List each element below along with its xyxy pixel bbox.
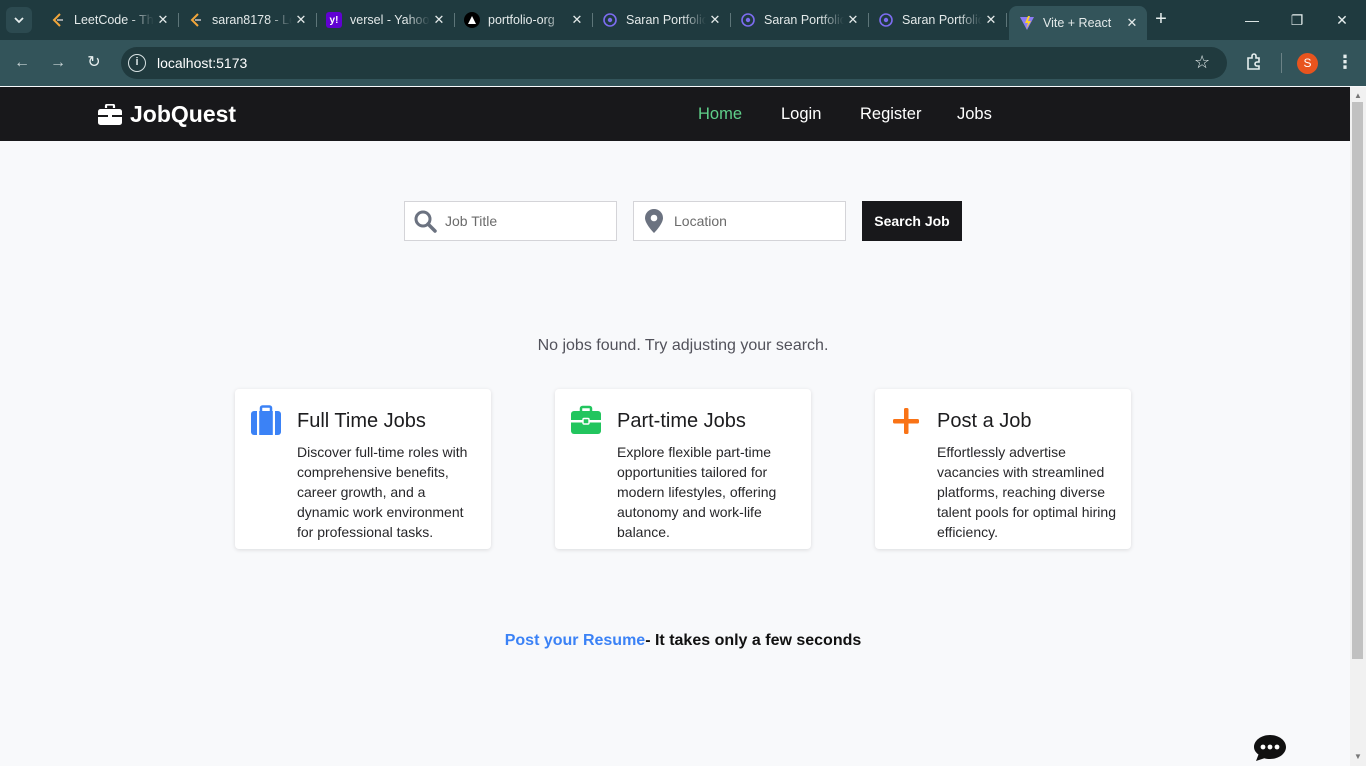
plus-icon xyxy=(893,408,919,434)
brand-name: JobQuest xyxy=(130,101,237,127)
nav-register[interactable]: Register xyxy=(860,105,921,124)
job-title-search[interactable] xyxy=(404,201,617,241)
site-info-icon[interactable]: i xyxy=(128,54,146,72)
card-part-time-jobs[interactable]: Part-time Jobs Explore flexible part-tim… xyxy=(555,389,811,549)
url-text[interactable]: localhost:5173 xyxy=(157,55,247,71)
browser-tab[interactable]: LeetCode - The ✕ xyxy=(40,6,179,34)
card-description: Explore flexible part-time opportunities… xyxy=(617,444,777,540)
vite-icon xyxy=(1019,15,1035,31)
location-input[interactable] xyxy=(674,213,834,229)
back-icon[interactable]: ← xyxy=(11,52,33,74)
browser-tab[interactable]: portfolio-org ✕ xyxy=(454,6,593,34)
browser-tab-strip: LeetCode - The ✕ saran8178 - LeetCode ✕ … xyxy=(0,0,1366,40)
job-title-input[interactable] xyxy=(445,213,605,229)
yahoo-icon: y! xyxy=(326,12,342,28)
briefcase-icon xyxy=(98,103,122,125)
card-title: Part-time Jobs xyxy=(617,410,746,432)
browser-tab[interactable]: y! versel - Yahoo ✕ xyxy=(316,6,455,34)
tab-title: Saran Portfolio xyxy=(902,13,982,27)
tab-title: portfolio-org xyxy=(488,13,555,27)
nav-home[interactable]: Home xyxy=(698,105,742,124)
browser-tab[interactable]: Saran Portfolio ✕ xyxy=(868,6,1007,34)
close-tab-icon[interactable]: ✕ xyxy=(154,11,172,29)
search-job-button[interactable]: Search Job xyxy=(862,201,962,241)
leetcode-icon xyxy=(50,12,66,28)
nav-login[interactable]: Login xyxy=(781,105,821,124)
close-tab-icon[interactable]: ✕ xyxy=(1123,14,1141,32)
tab-search-button[interactable] xyxy=(6,7,32,33)
close-tab-icon[interactable]: ✕ xyxy=(982,11,1000,29)
site-logo[interactable]: JobQuest xyxy=(98,101,236,128)
scroll-down-arrow-icon[interactable]: ▼ xyxy=(1354,752,1362,761)
location-pin-icon xyxy=(642,209,666,233)
card-title: Full Time Jobs xyxy=(297,410,426,432)
vercel-icon xyxy=(464,12,480,28)
close-tab-icon[interactable]: ✕ xyxy=(430,11,448,29)
portfolio-icon xyxy=(602,12,618,28)
chat-bubble-icon[interactable] xyxy=(1253,734,1287,762)
scrollbar-thumb[interactable] xyxy=(1352,102,1363,659)
close-tab-icon[interactable]: ✕ xyxy=(568,11,586,29)
browser-tab[interactable]: Saran Portfolio ✕ xyxy=(592,6,731,34)
tab-title: Saran Portfolio xyxy=(626,13,706,27)
card-post-a-job[interactable]: Post a Job Effortlessly advertise vacanc… xyxy=(875,389,1131,549)
browser-menu-icon[interactable]: ⋮ xyxy=(1336,52,1354,73)
browser-tab[interactable]: saran8178 - LeetCode ✕ xyxy=(178,6,317,34)
empty-results-message: No jobs found. Try adjusting your search… xyxy=(537,337,829,354)
card-description: Discover full-time roles with comprehens… xyxy=(297,444,468,540)
location-search[interactable] xyxy=(633,201,846,241)
profile-avatar[interactable]: S xyxy=(1297,53,1318,74)
page-viewport: JobQuest Home Login Register Jobs Search… xyxy=(0,87,1350,766)
browser-tab[interactable]: Saran Portfolio ✕ xyxy=(730,6,869,34)
leetcode-icon xyxy=(188,12,204,28)
post-resume-line: Post your Resume- It takes only a few se… xyxy=(0,632,1350,650)
tab-title: LeetCode - The xyxy=(74,13,154,27)
bookmark-star-icon[interactable]: ☆ xyxy=(1194,52,1210,73)
close-tab-icon[interactable]: ✕ xyxy=(292,11,310,29)
tab-title: saran8178 - LeetCode xyxy=(212,13,292,27)
suitcase-icon xyxy=(251,405,281,435)
card-full-time-jobs[interactable]: Full Time Jobs Discover full-time roles … xyxy=(235,389,491,549)
address-bar[interactable] xyxy=(121,47,1227,79)
card-description: Effortlessly advertise vacancies with st… xyxy=(937,444,1116,540)
site-navbar: JobQuest Home Login Register Jobs xyxy=(0,87,1350,141)
restore-icon[interactable]: ❐ xyxy=(1287,10,1307,30)
post-resume-text: - It takes only a few seconds xyxy=(645,632,862,649)
extensions-icon[interactable] xyxy=(1244,52,1264,72)
chevron-down-icon xyxy=(14,17,24,24)
minimize-icon[interactable]: — xyxy=(1242,10,1262,30)
reload-icon[interactable]: ↻ xyxy=(83,52,105,74)
scroll-up-arrow-icon[interactable]: ▲ xyxy=(1354,91,1362,100)
briefcase-icon xyxy=(571,405,601,434)
tab-title: Vite + React xyxy=(1043,16,1112,30)
search-icon xyxy=(413,209,437,233)
tab-title: versel - Yahoo xyxy=(350,13,430,27)
close-tab-icon[interactable]: ✕ xyxy=(706,11,724,29)
card-title: Post a Job xyxy=(937,410,1032,432)
tab-title: Saran Portfolio xyxy=(764,13,844,27)
portfolio-icon xyxy=(878,12,894,28)
post-resume-link[interactable]: Post your Resume xyxy=(505,632,645,649)
nav-jobs[interactable]: Jobs xyxy=(957,105,992,124)
portfolio-icon xyxy=(740,12,756,28)
forward-icon[interactable]: → xyxy=(47,52,69,74)
close-tab-icon[interactable]: ✕ xyxy=(844,11,862,29)
new-tab-button[interactable]: + xyxy=(1150,9,1172,31)
browser-tab-active[interactable]: Vite + React ✕ xyxy=(1009,6,1147,40)
close-window-icon[interactable]: ✕ xyxy=(1332,10,1352,30)
